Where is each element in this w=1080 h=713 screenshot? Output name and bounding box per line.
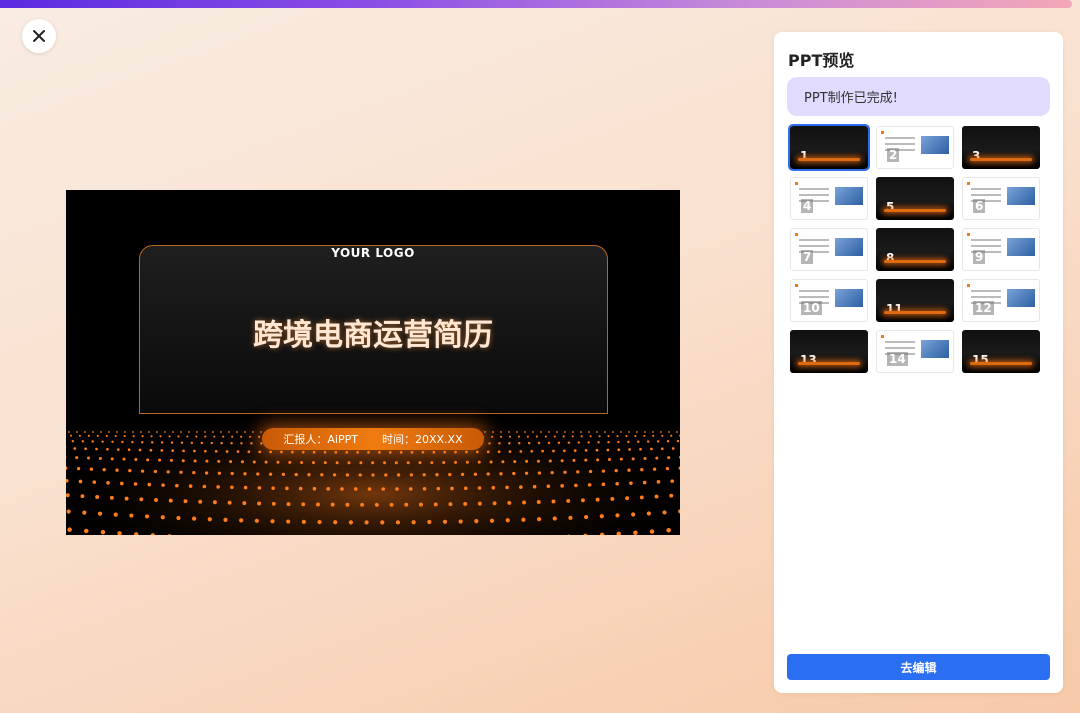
thumb-image — [1007, 187, 1035, 205]
thumb-accent — [881, 335, 884, 338]
presenter-pill: 汇报人：AiPPT 时间：20XX.XX — [262, 428, 484, 450]
time-text: 时间：20XX.XX — [381, 433, 463, 446]
thumbnail-number: 5 — [886, 200, 895, 214]
thumbnail-number: 2 — [887, 148, 900, 162]
thumb-accent — [795, 182, 798, 185]
thumbnail-number: 10 — [801, 301, 822, 315]
close-icon — [33, 30, 45, 42]
slide-logo-text: YOUR LOGO — [331, 246, 415, 260]
thumbnail-number: 13 — [800, 353, 817, 367]
thumbnail-number: 1 — [800, 149, 809, 163]
thumbnail-number: 3 — [972, 149, 981, 163]
thumb-text-line — [971, 188, 1001, 190]
thumb-text-line — [971, 296, 1001, 298]
thumb-text-line — [799, 188, 829, 190]
thumbnail-number: 11 — [886, 302, 903, 316]
reporter-text: 汇报人：AiPPT — [283, 433, 358, 446]
status-message: PPT制作已完成! — [787, 77, 1050, 116]
thumb-text-line — [971, 239, 1001, 241]
thumbnail-number: 6 — [973, 199, 986, 213]
slide-thumbnail[interactable]: 4 — [790, 177, 868, 220]
thumb-accent — [967, 233, 970, 236]
thumb-image — [1007, 238, 1035, 256]
slide-thumbnail[interactable]: 15 — [962, 330, 1040, 373]
thumb-text-line — [885, 137, 915, 139]
thumb-image — [835, 187, 863, 205]
thumb-text-line — [885, 347, 915, 349]
thumb-text-line — [885, 143, 915, 145]
slide-thumbnail[interactable]: 12 — [962, 279, 1040, 322]
thumb-text-line — [799, 290, 829, 292]
preview-panel: PPT预览 PPT制作已完成! 1 2 3 4 5 6 7 8 9 10 11 12 13 14 15 去编… — [774, 32, 1063, 693]
thumbnail-number: 4 — [801, 199, 814, 213]
go-edit-button[interactable]: 去编辑 — [787, 654, 1050, 680]
thumb-image — [835, 238, 863, 256]
thumb-accent — [795, 284, 798, 287]
slide-thumbnail[interactable]: 6 — [962, 177, 1040, 220]
close-button[interactable] — [22, 19, 56, 53]
slide-thumbnail[interactable]: 14 — [876, 330, 954, 373]
thumb-image — [835, 289, 863, 307]
slide-thumbnail[interactable]: 5 — [876, 177, 954, 220]
thumb-text-line — [971, 290, 1001, 292]
thumb-text-line — [799, 239, 829, 241]
thumb-text-line — [885, 341, 915, 343]
slide-title: 跨境电商运营简历 — [253, 318, 493, 353]
slide-thumbnail[interactable]: 13 — [790, 330, 868, 373]
thumb-text-line — [799, 194, 829, 196]
thumbnail-number: 12 — [973, 301, 994, 315]
thumbnail-number: 7 — [801, 250, 814, 264]
slide-thumbnail[interactable]: 8 — [876, 228, 954, 271]
thumb-accent — [881, 131, 884, 134]
thumb-accent — [795, 233, 798, 236]
slide-thumbnail[interactable]: 11 — [876, 279, 954, 322]
slide-thumbnail[interactable]: 10 — [790, 279, 868, 322]
slide-thumbnail[interactable]: 1 — [788, 124, 870, 171]
slide-thumbnail[interactable]: 9 — [962, 228, 1040, 271]
slide-thumbnail[interactable]: 2 — [876, 126, 954, 169]
thumb-accent — [967, 182, 970, 185]
slide-thumbnail[interactable]: 7 — [790, 228, 868, 271]
thumb-text-line — [971, 194, 1001, 196]
thumbnail-number: 8 — [886, 251, 895, 265]
thumbnail-number: 14 — [887, 352, 908, 366]
slide-thumbnail[interactable]: 3 — [962, 126, 1040, 169]
thumb-text-line — [799, 296, 829, 298]
thumb-accent — [967, 284, 970, 287]
thumb-image — [921, 340, 949, 358]
thumb-text-line — [799, 245, 829, 247]
thumb-image — [921, 136, 949, 154]
panel-title: PPT预览 — [788, 51, 855, 70]
thumb-text-line — [971, 245, 1001, 247]
main-slide-preview: YOUR LOGO 跨境电商运营简历 汇报人：AiPPT 时间：20XX.XX — [66, 190, 680, 535]
thumbnail-number: 9 — [973, 250, 986, 264]
thumb-image — [1007, 289, 1035, 307]
top-progress-bar — [0, 0, 1072, 8]
thumbnail-number: 15 — [972, 353, 989, 367]
